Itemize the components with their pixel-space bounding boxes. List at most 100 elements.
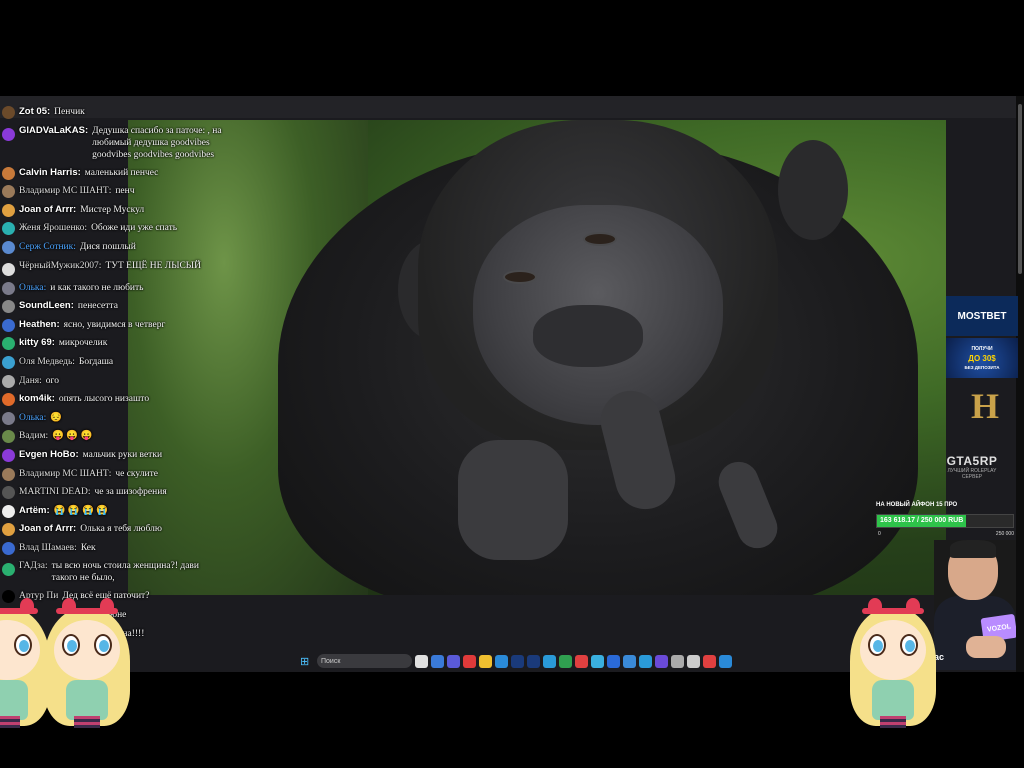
chat-username: Даня: <box>19 375 42 386</box>
h-crest-logo: H <box>960 380 1010 432</box>
chat-text: ясно, увидимся в четверг <box>63 319 166 330</box>
chat-text: че скулите <box>115 468 158 479</box>
windows-start-icon: ⊞ <box>300 656 310 668</box>
scrollbar-thumb[interactable] <box>1018 104 1022 274</box>
taskbar-app-icon[interactable] <box>559 654 572 668</box>
taskbar-app-icon[interactable] <box>543 654 556 668</box>
chat-username: ЧёрныйМужик2007: <box>19 260 102 271</box>
chat-username: Artëm: <box>19 504 50 516</box>
promo-line-1: ПОЛУЧИ <box>971 345 993 352</box>
h-logo-letter: H <box>970 386 999 426</box>
chat-username: Joan of Arrr: <box>19 523 77 535</box>
chat-username: Zot 05: <box>19 106 51 117</box>
chat-text: 😔 <box>50 412 63 423</box>
chat-message: Женя Ярошенко: Обоже иди уже спать <box>0 219 226 238</box>
chat-username: MARTINI DEAD: <box>19 487 91 498</box>
taskbar-app-icon[interactable] <box>591 654 604 668</box>
user-avatar-icon <box>2 300 15 314</box>
taskbar-app-icon[interactable] <box>527 654 540 668</box>
chat-username: Joan of Arrr: <box>19 203 77 215</box>
taskbar-app-icon[interactable] <box>463 654 476 668</box>
user-avatar-icon <box>2 393 15 407</box>
gorilla-photo <box>128 120 946 595</box>
taskbar-app-icon[interactable] <box>447 654 460 668</box>
taskbar-app-icon[interactable] <box>575 654 588 668</box>
chat-username: Женя Ярошенко: <box>19 223 88 234</box>
chat-username: Владимир MC ШАНТ: <box>19 186 112 197</box>
chat-text: Дедушка спасибо за паточе: , на любимый … <box>92 125 222 160</box>
gta5rp-subtitle-2: СЕРВЕР <box>961 474 983 480</box>
chat-message: Влад Шамаев: Кек <box>0 539 226 558</box>
chat-username: Олька: <box>19 282 47 293</box>
chat-text: 😭 😭 😭 😭 <box>53 505 109 516</box>
gta5rp-title: GTA5RP <box>946 454 998 468</box>
streamer-webcam: VOZOL <box>934 540 1016 670</box>
taskbar-app-icon[interactable] <box>607 654 620 668</box>
chat-message: GlADVaLaKAS: Дедушка спасибо за паточе: ,… <box>0 122 226 164</box>
chat-message: Joan of Arrr: Мистер Мускул <box>0 201 226 220</box>
chat-message: Artëm: 😭 😭 😭 😭 <box>0 502 226 521</box>
taskbar-app-icon[interactable] <box>703 654 716 668</box>
chat-message: Даня: ого <box>0 372 226 391</box>
chat-text: опять лысого низашто <box>58 394 150 405</box>
chat-text: Кек <box>80 542 96 553</box>
chat-username: Влад Шамаев: <box>19 542 77 553</box>
chat-text: ты всю ночь стоила женщина?! дави такого… <box>51 561 199 584</box>
taskbar-app-icon[interactable] <box>511 654 524 668</box>
goal-min-label: 0 <box>878 531 881 537</box>
taskbar-app-icon[interactable] <box>495 654 508 668</box>
chat-text: маленький пенчес <box>84 167 159 178</box>
mostbet-banner: MOSTBET <box>946 296 1018 336</box>
chat-message: kitty 69: микрочелик <box>0 334 226 353</box>
chat-text: пенесетта <box>77 301 118 312</box>
user-avatar-icon <box>2 318 15 332</box>
user-avatar-icon <box>2 203 15 217</box>
chat-message: Evgen HoBo: мальчик руки ветки <box>0 446 226 465</box>
chat-username: Владимир MC ШАНТ: <box>19 468 112 479</box>
chat-message: Оля Медведь: Богдаша <box>0 353 226 372</box>
gta5rp-logo: GTA5RP ЛУЧШИЙ ROLEPLAY СЕРВЕР <box>934 454 1010 480</box>
chat-username: kom4ik: <box>19 393 55 405</box>
chat-text: ого <box>45 375 59 386</box>
chat-text: Мистер Мускул <box>80 204 145 215</box>
user-avatar-icon <box>2 355 15 369</box>
goal-progress-bar: 163 618.17 / 250 000 RUB <box>876 514 1014 528</box>
taskbar-app-icon[interactable] <box>687 654 700 668</box>
chat-message: Серж Сотник: Дися пошлый <box>0 238 226 257</box>
promo-line-2: ДО 30$ <box>968 353 996 363</box>
user-avatar-icon <box>2 523 15 537</box>
chat-text: Пенчик <box>54 107 85 117</box>
user-avatar-icon <box>2 430 15 444</box>
goal-max-label: 250 000 <box>995 531 1014 537</box>
taskbar-app-icon[interactable] <box>479 654 492 668</box>
chat-username: SoundLeen: <box>19 300 74 312</box>
goal-title: НА НОВЫЙ АЙФОН 15 ПРО <box>876 502 958 508</box>
donation-goal: НА НОВЫЙ АЙФОН 15 ПРО 163 618.17 / 250 0… <box>876 502 1016 538</box>
taskbar-app-icon[interactable] <box>431 654 444 668</box>
mostbet-logo-text: MOSTBET <box>957 310 1007 322</box>
chat-text: пенч <box>115 186 135 197</box>
chat-username: Вадим: <box>19 431 49 442</box>
chat-message: Владимир MC ШАНТ: че скулите <box>0 465 226 484</box>
windows-taskbar: ⊞ Поиск <box>300 652 770 670</box>
chat-text: че за шизофрения <box>94 487 167 498</box>
chat-message: Joan of Arrr: Олька я тебя люблю <box>0 520 226 539</box>
chat-username: Олька: <box>19 412 47 423</box>
chat-text: мальчик руки ветки <box>82 449 163 460</box>
taskbar-app-icon[interactable] <box>415 654 428 668</box>
chat-username: Evgen HoBo: <box>19 448 79 460</box>
page-scrollbar[interactable] <box>1016 96 1024 672</box>
chat-username: Heathen: <box>19 318 60 330</box>
taskbar-app-icon[interactable] <box>719 654 732 668</box>
chat-username: Серж Сотник: <box>19 241 76 252</box>
vozol-card-text: VOZOL <box>986 622 1012 634</box>
chat-message: Вадим: 😛 😛 😛 <box>0 427 226 446</box>
taskbar-app-icon[interactable] <box>655 654 668 668</box>
chat-username: ГАДза: <box>19 561 48 572</box>
user-avatar-icon <box>2 541 15 555</box>
user-avatar-icon <box>2 448 15 462</box>
taskbar-app-icon[interactable] <box>639 654 652 668</box>
chat-message: Олька: и как такого не любить <box>0 279 226 298</box>
taskbar-app-icon[interactable] <box>671 654 684 668</box>
taskbar-app-icon[interactable] <box>623 654 636 668</box>
